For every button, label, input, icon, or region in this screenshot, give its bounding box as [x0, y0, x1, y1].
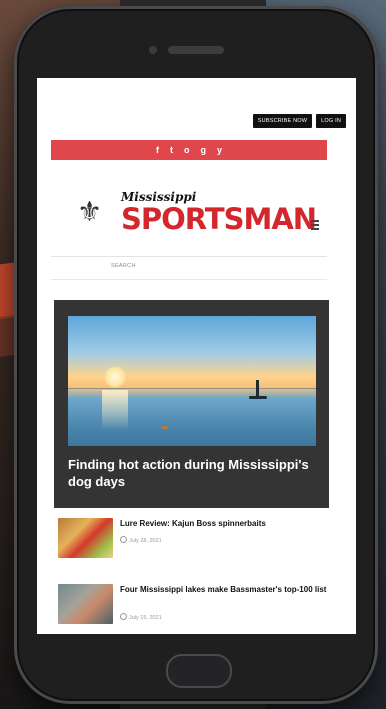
clock-icon [120, 613, 127, 620]
account-actions: SUBSCRIBE NOW LOG IN [252, 114, 346, 128]
instagram-icon[interactable]: o [184, 145, 190, 155]
phone-screen: SUBSCRIBE NOW LOG IN f t o g y ⚜ Mississ… [37, 78, 356, 634]
article-thumbnail[interactable] [58, 584, 113, 624]
article-thumbnail[interactable] [58, 518, 113, 558]
subscribe-button[interactable]: SUBSCRIBE NOW [252, 114, 313, 128]
twitter-icon[interactable]: t [170, 145, 173, 155]
search-bar: SEARCH [51, 256, 327, 280]
article-date: July 28, 2021 [120, 536, 162, 544]
article-date-text: July 15, 2021 [129, 615, 162, 621]
facebook-icon[interactable]: f [156, 145, 159, 155]
site-logo[interactable]: ⚜ Mississippi SPORTSMAN [77, 188, 317, 238]
featured-story-image[interactable] [68, 316, 316, 446]
social-links-bar: f t o g y [51, 140, 327, 160]
speaker-grill [168, 46, 224, 54]
image-sun [104, 366, 126, 388]
login-button[interactable]: LOG IN [316, 114, 346, 128]
clock-icon [120, 536, 127, 543]
article-date-text: July 28, 2021 [129, 538, 162, 544]
search-input[interactable]: SEARCH [111, 263, 136, 269]
youtube-icon[interactable]: y [217, 145, 222, 155]
hamburger-menu-icon[interactable] [311, 220, 319, 230]
article-list-item[interactable]: Four Mississippi lakes make Bassmaster's… [58, 584, 328, 632]
image-bird [162, 426, 168, 429]
featured-story-card[interactable]: Finding hot action during Mississippi's … [54, 300, 329, 508]
image-horizon [68, 388, 316, 389]
article-date: July 15, 2021 [120, 613, 162, 621]
article-title[interactable]: Lure Review: Kajun Boss spinnerbaits [120, 518, 328, 529]
image-sun-reflection [102, 390, 128, 430]
logo-title-text: SPORTSMAN [121, 202, 317, 236]
fleur-de-lis-icon: ⚜ [77, 196, 103, 227]
image-angler [256, 380, 259, 396]
featured-story-title[interactable]: Finding hot action during Mississippi's … [68, 456, 318, 490]
article-title[interactable]: Four Mississippi lakes make Bassmaster's… [120, 584, 328, 595]
image-boat [249, 396, 267, 399]
front-camera-icon [149, 46, 157, 54]
home-button[interactable] [166, 654, 232, 688]
article-list-item[interactable]: Lure Review: Kajun Boss spinnerbaits Jul… [58, 518, 328, 566]
pinterest-icon[interactable]: g [200, 145, 206, 155]
